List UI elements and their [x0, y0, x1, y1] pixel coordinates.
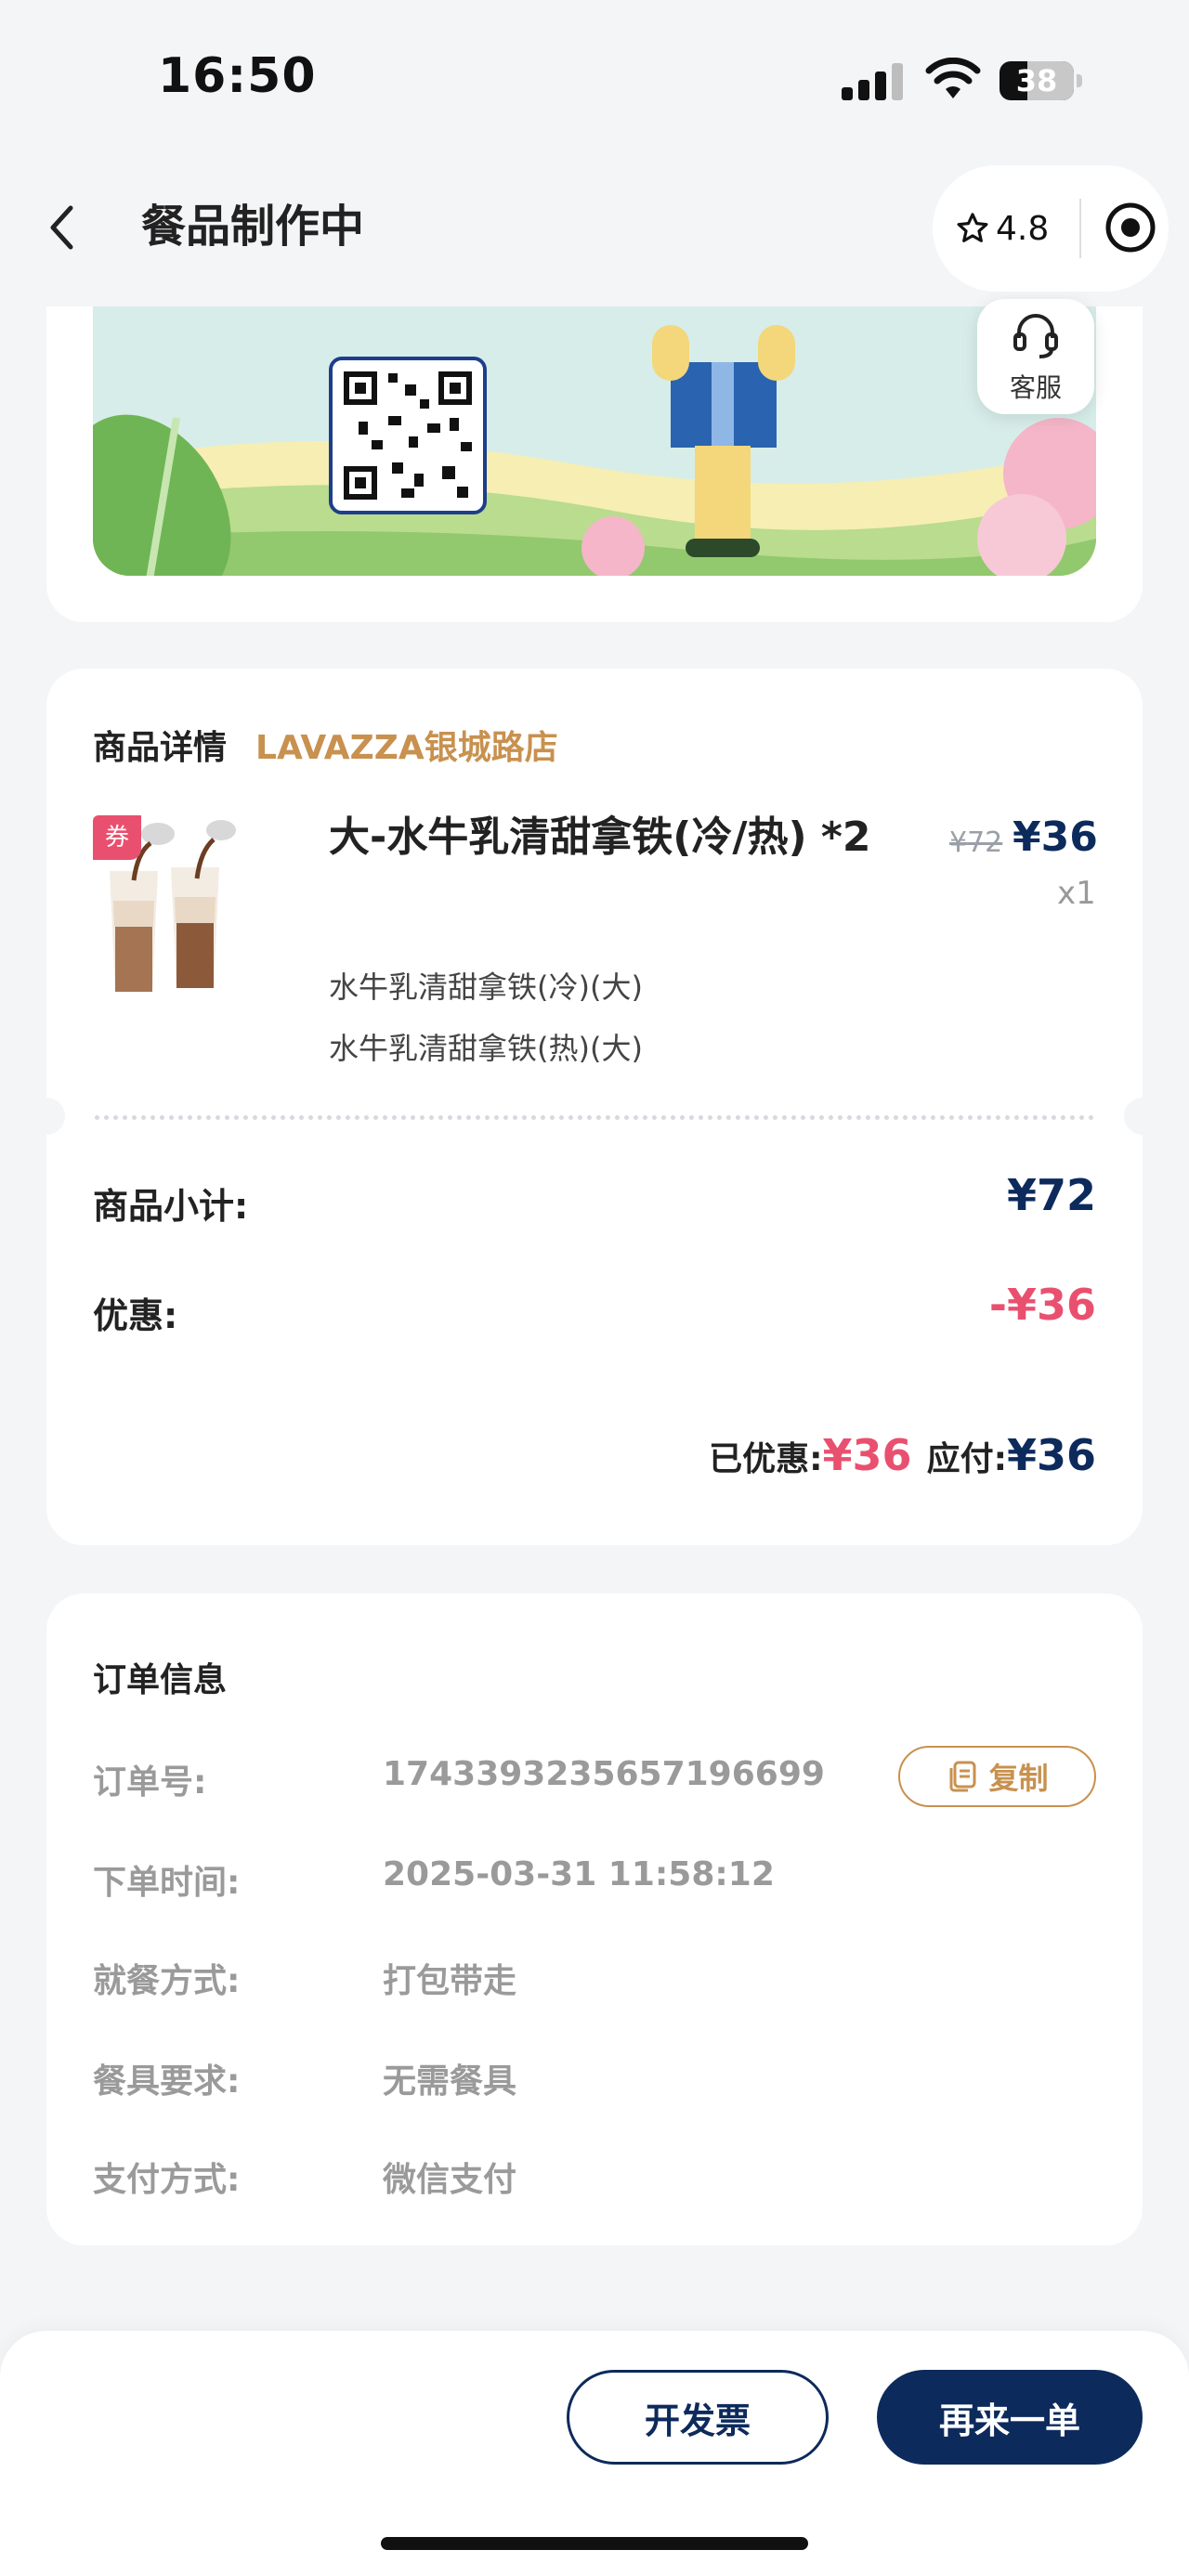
- copy-icon: [949, 1761, 976, 1792]
- close-miniprogram-button[interactable]: [1089, 186, 1172, 269]
- subtotal-value: ¥72: [1006, 1170, 1096, 1220]
- target-icon: [1105, 202, 1156, 253]
- customer-service-button[interactable]: 客服: [977, 299, 1094, 414]
- status-time: 16:50: [158, 48, 317, 104]
- divider-notch-right: [1124, 1098, 1161, 1135]
- subtotal-label: 商品小计:: [93, 1186, 249, 1227]
- promo-banner-image[interactable]: [93, 306, 1096, 576]
- copy-label: 复制: [988, 1761, 1049, 1796]
- payable-label: 应付:: [926, 1440, 1007, 1478]
- divider-notch-left: [28, 1098, 65, 1135]
- original-price: ¥72: [949, 826, 1003, 859]
- capsule-divider: [1079, 199, 1081, 258]
- mini-program-capsule: 4.8: [933, 165, 1169, 292]
- order-totals: 已优惠: ¥36 应付: ¥36: [709, 1430, 1096, 1480]
- dotted-divider: [95, 1115, 1094, 1120]
- rating-value: 4.8: [996, 209, 1050, 248]
- order-info-heading: 订单信息: [93, 1661, 228, 1699]
- cellular-signal-icon: [842, 61, 903, 100]
- product-details-heading: 商品详情: [93, 729, 228, 767]
- star-icon: [957, 213, 988, 242]
- payable-value: ¥36: [1006, 1430, 1096, 1480]
- product-name: 大-水牛乳清甜拿铁(冷/热) *2: [329, 813, 871, 861]
- utensils-value: 无需餐具: [383, 2062, 517, 2101]
- bottom-action-bar: 开发票 再来一单: [0, 2331, 1189, 2576]
- saved-label: 已优惠:: [709, 1440, 823, 1478]
- invoice-button[interactable]: 开发票: [567, 2370, 829, 2465]
- payment-method-value: 微信支付: [383, 2161, 517, 2199]
- dining-method-value: 打包带走: [383, 1962, 517, 2000]
- discount-value: -¥36: [988, 1280, 1096, 1330]
- product-quantity: x1: [1057, 875, 1096, 912]
- customer-service-label: 客服: [1009, 372, 1062, 403]
- promo-illustration: [93, 306, 1096, 576]
- wifi-icon: [925, 58, 981, 98]
- copy-button[interactable]: 复制: [898, 1746, 1096, 1807]
- order-number-value: 1743393235657196699: [383, 1755, 825, 1793]
- home-indicator: [381, 2537, 808, 2550]
- order-time-value: 2025-03-31 11:58:12: [383, 1855, 775, 1893]
- utensils-label: 餐具要求:: [93, 2062, 241, 2101]
- chevron-left-icon: [50, 205, 73, 250]
- battery-level: 38: [1015, 63, 1058, 98]
- product-spec: 水牛乳清甜拿铁(冷)(大): [329, 969, 643, 1005]
- battery-icon: 38: [1000, 61, 1082, 100]
- order-info-card: 订单信息 订单号: 1743393235657196699 复制 下单时间: 2…: [46, 1594, 1143, 2245]
- order-status-page: 16:50 38 餐品制作中 4.8 客服 商品详情 LAVAZZA银城路店 券…: [0, 0, 1189, 2576]
- product-price: ¥36: [1013, 813, 1098, 861]
- dining-method-label: 就餐方式:: [93, 1962, 241, 2000]
- status-bar: 16:50 38: [0, 0, 1189, 158]
- navigation-bar: 餐品制作中 4.8: [0, 158, 1189, 297]
- rating-button[interactable]: 4.8: [955, 165, 1049, 292]
- back-button[interactable]: [33, 186, 89, 269]
- product-details-card: 商品详情 LAVAZZA银城路店 券 大-水牛乳清甜拿铁(冷/热) *2 ¥72…: [46, 669, 1143, 1545]
- coupon-tag: 券: [93, 815, 141, 860]
- payment-method-label: 支付方式:: [93, 2161, 241, 2199]
- order-time-label: 下单时间:: [93, 1864, 241, 1902]
- saved-value: ¥36: [822, 1430, 912, 1480]
- discount-label: 优惠:: [93, 1295, 178, 1336]
- store-name[interactable]: LAVAZZA银城路店: [255, 721, 558, 769]
- product-spec: 水牛乳清甜拿铁(热)(大): [329, 1031, 643, 1066]
- page-title: 餐品制作中: [141, 201, 365, 253]
- order-number-label: 订单号:: [93, 1763, 207, 1802]
- headset-icon: [1013, 314, 1058, 358]
- reorder-button[interactable]: 再来一单: [877, 2370, 1143, 2465]
